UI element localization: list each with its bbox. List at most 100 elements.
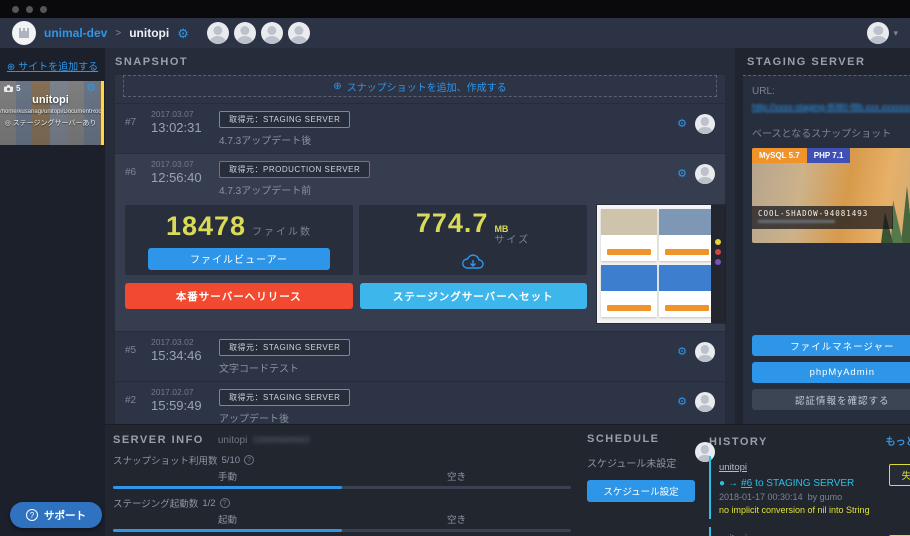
snapshot-row[interactable]: #5 2017.03.02 15:34:46 取得元：STAGING SERVE… [115, 331, 725, 381]
source-badge: 取得元：STAGING SERVER [219, 339, 350, 356]
boot-meter-captions: 起動 空き [113, 512, 571, 526]
staging-url-link[interactable]: http://xxxx-staging-8080-f8b.xxx.xxxxxxx… [752, 102, 910, 112]
account-menu[interactable]: ▾ [867, 22, 898, 44]
snapshot-row[interactable]: #7 2017.03.07 13:02:31 取得元：STAGING SERVE… [115, 103, 725, 153]
camera-icon [4, 85, 13, 92]
file-viewer-button[interactable]: ファイルビューアー [148, 248, 330, 270]
release-to-production-button[interactable]: 本番サーバーへリリース [125, 283, 353, 309]
staging-server-section: STAGING SERVER URL: ⚙ http://xxxx-stagin… [735, 48, 910, 424]
source-badge: 取得元：STAGING SERVER [219, 389, 350, 406]
history-site-link[interactable]: unitopi [719, 462, 747, 473]
window-control-dot[interactable] [40, 6, 47, 13]
site-settings-gear-icon[interactable]: ⚙ [177, 27, 189, 40]
snapshot-info: 取得元：STAGING SERVER アップデート後 [219, 387, 677, 425]
site-card-gear-icon[interactable]: ⚙ [86, 83, 96, 94]
snapshot-row-actions: ⚙ [677, 387, 715, 412]
member-avatar[interactable] [261, 22, 283, 44]
file-count-panel: 18478 ファイル数 ファイルビューアー [125, 205, 353, 275]
snapshot-info: 取得元：STAGING SERVER 4.7.3アップデート後 [219, 109, 677, 147]
sites-sidebar: ⊕ サイトを追加する 5 ⚙ unitopi /home/kusanagi/un… [0, 48, 105, 536]
usage-left-caption: 手動 [113, 469, 342, 483]
add-snapshot-button[interactable]: ⊕ スナップショットを追加、作成する [123, 75, 717, 97]
history-more-link[interactable]: もっと見る [886, 433, 910, 448]
staging-boot-label: ステージング起動数 1/2 ? [113, 496, 571, 510]
snapshot-panel: ⊕ スナップショットを追加、作成する #7 2017.03.07 13:02:3… [115, 75, 725, 481]
question-circle-icon: ? [26, 509, 38, 521]
cloud-download-icon[interactable] [461, 252, 485, 272]
snapshot-author-avatar [695, 342, 715, 362]
snapshot-detail: 18478 ファイル数 ファイルビューアー 774.7 [115, 203, 725, 331]
snapshot-preview-thumbnail [597, 205, 725, 323]
history-timestamp: 2018-01-17 00:30:14 by gumo [719, 492, 870, 502]
credentials-button[interactable]: 認証情報を確認する [752, 389, 910, 410]
snapshot-number: #2 [125, 387, 151, 406]
server-info-section: SERVER INFO unitopi（0000000000） スナップショット… [113, 433, 587, 536]
window-control-dot[interactable] [12, 6, 19, 13]
help-icon[interactable]: ? [220, 498, 230, 508]
site-card-path: /home/kusanagi/unitopi/DocumentRoot [0, 109, 101, 115]
snapshot-author-avatar [695, 114, 715, 134]
size-unit: MB [494, 225, 530, 235]
boot-left-caption: 起動 [113, 512, 342, 526]
app-logo[interactable] [12, 21, 36, 45]
site-snapshot-count: 5 [16, 84, 20, 93]
file-manager-button[interactable]: ファイルマネージャー [752, 335, 910, 356]
member-avatar[interactable] [288, 22, 310, 44]
schedule-heading: SCHEDULE [587, 433, 695, 445]
thumb-card [659, 265, 715, 317]
account-avatar[interactable] [867, 22, 889, 44]
thumb-sidebar [711, 205, 725, 323]
snapshot-author-avatar [695, 164, 715, 184]
snapshot-row-actions: ⚙ [677, 109, 715, 134]
window-control-dot[interactable] [26, 6, 33, 13]
breadcrumb-team-link[interactable]: unimal-dev [44, 26, 107, 40]
snapshot-gear-icon[interactable]: ⚙ [677, 169, 687, 180]
snapshot-heading: SNAPSHOT [115, 56, 725, 68]
thumb-card [601, 209, 657, 261]
phpmyadmin-button[interactable]: phpMyAdmin [752, 362, 910, 383]
source-badge: 取得元：STAGING SERVER [219, 111, 350, 128]
history-target: to STAGING SERVER [755, 478, 854, 489]
server-info-heading: SERVER INFO [113, 434, 204, 446]
snapshot-time: 13:02:31 [151, 120, 219, 135]
snapshot-gear-icon[interactable]: ⚙ [677, 397, 687, 408]
caption-subline [758, 220, 835, 223]
member-avatar[interactable] [207, 22, 229, 44]
snapshot-gear-icon[interactable]: ⚙ [677, 119, 687, 130]
snapshot-date: 2017.02.07 [151, 387, 219, 397]
snapshot-datetime: 2017.03.07 12:56:40 [151, 159, 219, 185]
help-icon[interactable]: ? [244, 455, 254, 465]
size-label: サイズ [494, 235, 530, 246]
member-avatars [207, 22, 310, 44]
snapshot-date: 2017.03.07 [151, 109, 219, 119]
staging-snapshot-name: COOL-SHADOW-94081493 [758, 209, 887, 218]
arrow-icon: → [728, 478, 738, 489]
server-info-site-name: unitopi [218, 435, 247, 446]
thumb-card [601, 265, 657, 317]
set-to-staging-button[interactable]: ステージングサーバーへセット [360, 283, 588, 309]
staging-snapshot-caption: COOL-SHADOW-94081493 [752, 206, 893, 229]
schedule-status: スケジュール未設定 [587, 455, 695, 470]
history-author: by gumo [808, 492, 843, 502]
support-label: サポート [44, 508, 86, 523]
site-card-title: unitopi [0, 94, 101, 106]
snapshot-gear-icon[interactable]: ⚙ [677, 347, 687, 358]
chevron-down-icon[interactable]: ▾ [893, 28, 898, 39]
usage-meter-captions: 手動 空き [113, 469, 571, 483]
snapshot-info: 取得元：STAGING SERVER 文字コードテスト [219, 337, 677, 375]
add-site-link[interactable]: ⊕ サイトを追加する [0, 56, 105, 81]
history-entry: unitopi ●→ #6 to STAGING SERVER 2018-01-… [709, 456, 910, 519]
site-card-unitopi[interactable]: 5 ⚙ unitopi /home/kusanagi/unitopi/Docum… [0, 81, 104, 145]
schedule-settings-button[interactable]: スケジュール設定 [587, 480, 695, 502]
failure-badge[interactable]: 失敗 [889, 464, 910, 486]
member-avatar[interactable] [234, 22, 256, 44]
history-snapshot-link[interactable]: #6 [741, 478, 752, 489]
add-circle-icon: ⊕ [7, 62, 15, 73]
breadcrumb-site: unitopi [129, 26, 169, 40]
snapshot-row[interactable]: #6 2017.03.07 12:56:40 取得元：PRODUCTION SE… [115, 154, 725, 203]
snapshot-number: #7 [125, 109, 151, 128]
support-button[interactable]: ? サポート [10, 502, 102, 528]
add-circle-icon: ⊕ [333, 81, 341, 92]
snapshot-datetime: 2017.03.02 15:34:46 [151, 337, 219, 363]
snapshot-number: #6 [125, 159, 151, 178]
